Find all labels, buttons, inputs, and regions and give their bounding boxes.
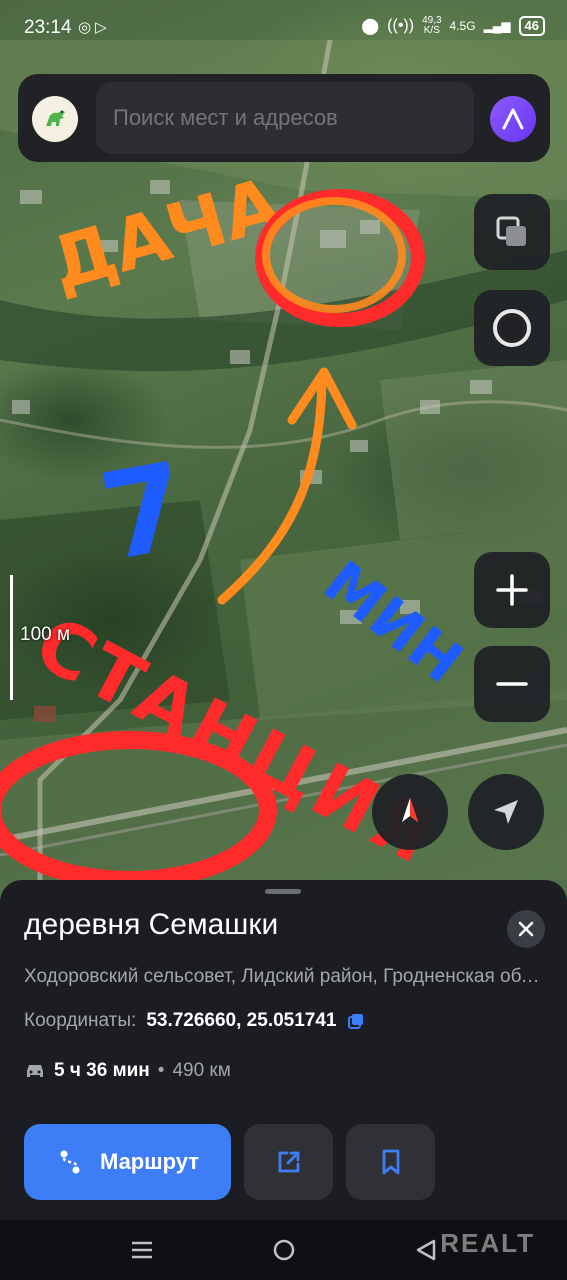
avatar[interactable] bbox=[32, 96, 78, 142]
minus-icon bbox=[496, 682, 528, 686]
map-scale-bar bbox=[10, 575, 13, 700]
bookmark-button[interactable] bbox=[346, 1124, 435, 1200]
coordinates-value[interactable]: 53.726660, 25.051741 bbox=[146, 1010, 336, 1032]
route-button[interactable]: Маршрут bbox=[24, 1124, 231, 1200]
close-icon bbox=[518, 921, 534, 937]
status-app-icons: ◎▷ bbox=[78, 18, 111, 36]
system-nav-bar: REALT bbox=[0, 1220, 567, 1280]
coordinates-label: Координаты: bbox=[24, 1010, 137, 1031]
compass-icon bbox=[402, 798, 418, 822]
search-bar bbox=[18, 74, 550, 162]
travel-distance: 490 км bbox=[172, 1060, 231, 1081]
map-scale-label: 100 м bbox=[20, 624, 71, 645]
alice-icon bbox=[502, 108, 524, 130]
alice-voice-button[interactable] bbox=[490, 96, 536, 142]
recent-apps-icon[interactable] bbox=[130, 1238, 154, 1262]
bookmark-icon bbox=[382, 1149, 399, 1175]
status-bar: 23:14 ◎▷ ⬤ ((•)) 49,3 K/S 4.5G ▂▄▆ 46 bbox=[0, 0, 567, 58]
hotspot-icon: ((•)) bbox=[387, 17, 415, 34]
zoom-out-button[interactable] bbox=[474, 646, 550, 722]
compass-button[interactable] bbox=[372, 774, 448, 850]
place-card[interactable]: деревня Семашки Ходоровский сельсовет, Л… bbox=[0, 880, 567, 1220]
travel-time: 5 ч 36 мин bbox=[54, 1060, 150, 1081]
copy-icon[interactable] bbox=[347, 1012, 365, 1030]
close-button[interactable] bbox=[507, 910, 545, 948]
back-icon[interactable] bbox=[414, 1238, 438, 1262]
share-button[interactable] bbox=[244, 1124, 333, 1200]
layers-button[interactable] bbox=[474, 194, 550, 270]
my-location-button[interactable] bbox=[468, 774, 544, 850]
route-icon bbox=[60, 1150, 80, 1174]
signal-icon: ▂▄▆ bbox=[483, 19, 511, 33]
play-icon: ▷ bbox=[95, 19, 111, 36]
location-arrow-icon bbox=[494, 800, 518, 824]
travel-separator: • bbox=[157, 1060, 165, 1081]
watermark-logo: REALT bbox=[440, 1228, 535, 1258]
network-speed: 49,3 K/S bbox=[422, 15, 442, 36]
alice-ring-icon bbox=[493, 309, 531, 347]
route-button-label: Маршрут bbox=[99, 1149, 200, 1174]
share-icon bbox=[278, 1151, 299, 1173]
zoom-in-button[interactable] bbox=[474, 552, 550, 628]
sheet-drag-handle[interactable] bbox=[265, 889, 301, 894]
search-input[interactable] bbox=[96, 82, 474, 154]
status-time: 23:14 bbox=[24, 17, 72, 38]
location-icon: ⬤ bbox=[361, 18, 380, 35]
dinosaur-icon bbox=[46, 110, 65, 126]
car-icon bbox=[27, 1065, 43, 1077]
satellite-map[interactable]: ДАЧА 7 МИН СТАНЦИЯ 23:14 ◎▷ ⬤ ((•)) 49,3… bbox=[0, 0, 567, 900]
place-title: деревня Семашки bbox=[24, 908, 279, 941]
assistant-button[interactable] bbox=[474, 290, 550, 366]
place-address: Ходоровский сельсовет, Лидский район, Гр… bbox=[24, 966, 549, 987]
network-type: 4.5G bbox=[449, 19, 476, 33]
home-icon[interactable] bbox=[272, 1238, 296, 1262]
layers-icon bbox=[496, 216, 526, 246]
battery-indicator: 46 bbox=[518, 16, 545, 36]
travel-info: 5 ч 36 мин • 490 км bbox=[24, 1060, 231, 1082]
coordinates-row: Координаты: 53.726660, 25.051741 bbox=[24, 1010, 365, 1032]
viber-icon: ◎ bbox=[78, 19, 96, 36]
plus-icon bbox=[496, 574, 528, 606]
